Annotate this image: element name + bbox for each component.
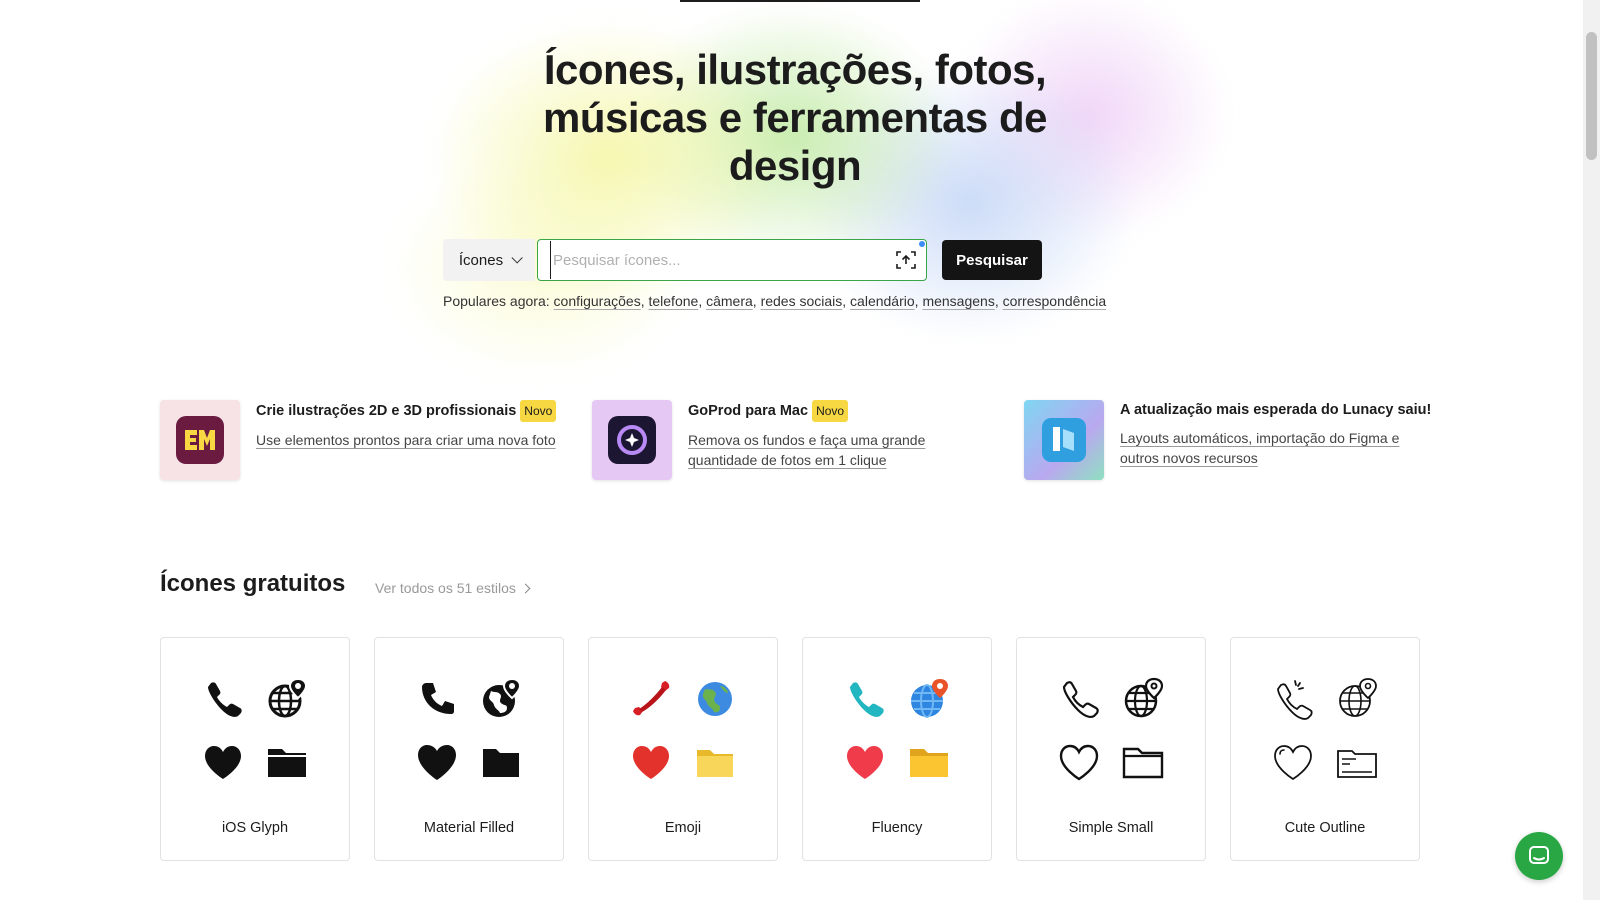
hero-title: Ícones, ilustrações, fotos, músicas e fe… — [543, 46, 1047, 189]
folder-icon — [478, 740, 524, 786]
heart-icon — [842, 740, 888, 786]
heart-icon — [414, 740, 460, 786]
search-bar: Ícones Pesquisar — [443, 239, 1042, 281]
style-name: Simple Small — [1068, 820, 1154, 836]
style-card-cute-outline[interactable]: Cute Outline — [1230, 637, 1420, 861]
promo-title: GoProd para Mac — [688, 403, 809, 419]
page-scrollbar[interactable] — [1583, 0, 1600, 900]
popular-tag[interactable]: redes sociais — [761, 293, 843, 309]
heart-icon — [1270, 740, 1316, 786]
promo-title: A atualização mais esperada do Lunacy sa… — [1120, 402, 1432, 418]
nav-underline — [680, 0, 920, 2]
phone-icon — [200, 676, 246, 722]
scrollbar-thumb[interactable] — [1586, 32, 1597, 160]
heart-icon — [628, 740, 674, 786]
globe-pin-icon — [1334, 676, 1380, 722]
phone-icon — [1270, 676, 1316, 722]
promo-card[interactable]: Crie ilustrações 2D e 3D profissionais No… — [160, 400, 557, 480]
folder-icon — [1334, 740, 1380, 786]
search-type-label: Ícones — [458, 251, 504, 269]
popular-tag[interactable]: mensagens — [922, 293, 994, 309]
style-card-material-filled[interactable]: Material Filled — [374, 637, 564, 861]
globe-pin-icon — [1120, 676, 1166, 722]
globe-pin-icon — [478, 676, 524, 722]
heart-icon — [1056, 740, 1102, 786]
style-name: Emoji — [664, 820, 702, 836]
chevron-down-icon — [511, 252, 523, 264]
promo-description[interactable]: Layouts automáticos, importação do Figma… — [1120, 428, 1420, 468]
lunacy-icon — [1024, 400, 1104, 480]
popular-tag[interactable]: calendário — [850, 293, 915, 309]
globe-icon — [692, 676, 738, 722]
globe-pin-icon — [906, 676, 952, 722]
promo-title: Crie ilustrações 2D e 3D profissionais — [256, 403, 517, 419]
promo-description[interactable]: Remova os fundos e faça uma grande quant… — [688, 430, 988, 470]
style-name: Material Filled — [423, 820, 515, 836]
style-card-fluency[interactable]: Fluency — [802, 637, 992, 861]
folder-icon — [264, 740, 310, 786]
mega-creator-icon — [160, 400, 240, 480]
image-search-icon[interactable] — [894, 248, 918, 272]
phone-icon — [1056, 676, 1102, 722]
goprod-icon — [592, 400, 672, 480]
style-card-emoji[interactable]: Emoji — [588, 637, 778, 861]
phone-icon — [628, 676, 674, 722]
popular-tag[interactable]: correspondência — [1003, 293, 1107, 309]
style-name: iOS Glyph — [221, 820, 289, 836]
heart-icon — [200, 740, 246, 786]
see-all-styles-link[interactable]: Ver todos os 51 estilos — [375, 580, 531, 596]
see-all-label: Ver todos os 51 estilos — [375, 580, 516, 596]
chat-support-button[interactable] — [1515, 832, 1563, 880]
phone-icon — [842, 676, 888, 722]
popular-label: Populares agora: — [443, 293, 550, 309]
promo-description[interactable]: Use elementos prontos para criar uma nov… — [256, 430, 556, 450]
folder-icon — [692, 740, 738, 786]
phone-icon — [414, 676, 460, 722]
popular-tag[interactable]: telefone — [648, 293, 698, 309]
new-badge: Novo — [812, 400, 849, 422]
chat-icon — [1529, 846, 1549, 864]
popular-searches: Populares agora: configurações, telefone… — [443, 293, 1107, 309]
style-card-simple-small[interactable]: Simple Small — [1016, 637, 1206, 861]
icon-style-cards: iOS Glyph Material Filled Emoji Fluency — [160, 637, 1420, 861]
style-name: Fluency — [871, 820, 923, 836]
chevron-right-icon — [520, 583, 531, 593]
popular-tag[interactable]: câmera — [706, 293, 753, 309]
section-title: Ícones gratuitos — [160, 570, 346, 597]
search-button[interactable]: Pesquisar — [942, 240, 1042, 280]
search-type-select[interactable]: Ícones — [443, 239, 535, 281]
folder-icon — [906, 740, 952, 786]
folder-icon — [1120, 740, 1166, 786]
new-badge: Novo — [520, 400, 557, 422]
promo-card[interactable]: GoProd para Mac Novo Remova os fundos e f… — [592, 400, 988, 480]
notification-dot — [919, 241, 925, 247]
style-card-ios-glyph[interactable]: iOS Glyph — [160, 637, 350, 861]
style-name: Cute Outline — [1284, 820, 1366, 836]
search-field — [537, 239, 927, 281]
promo-card[interactable]: A atualização mais esperada do Lunacy sa… — [1024, 400, 1431, 480]
globe-pin-icon — [264, 676, 310, 722]
search-input[interactable] — [550, 241, 880, 279]
popular-tag[interactable]: configurações — [554, 293, 641, 309]
